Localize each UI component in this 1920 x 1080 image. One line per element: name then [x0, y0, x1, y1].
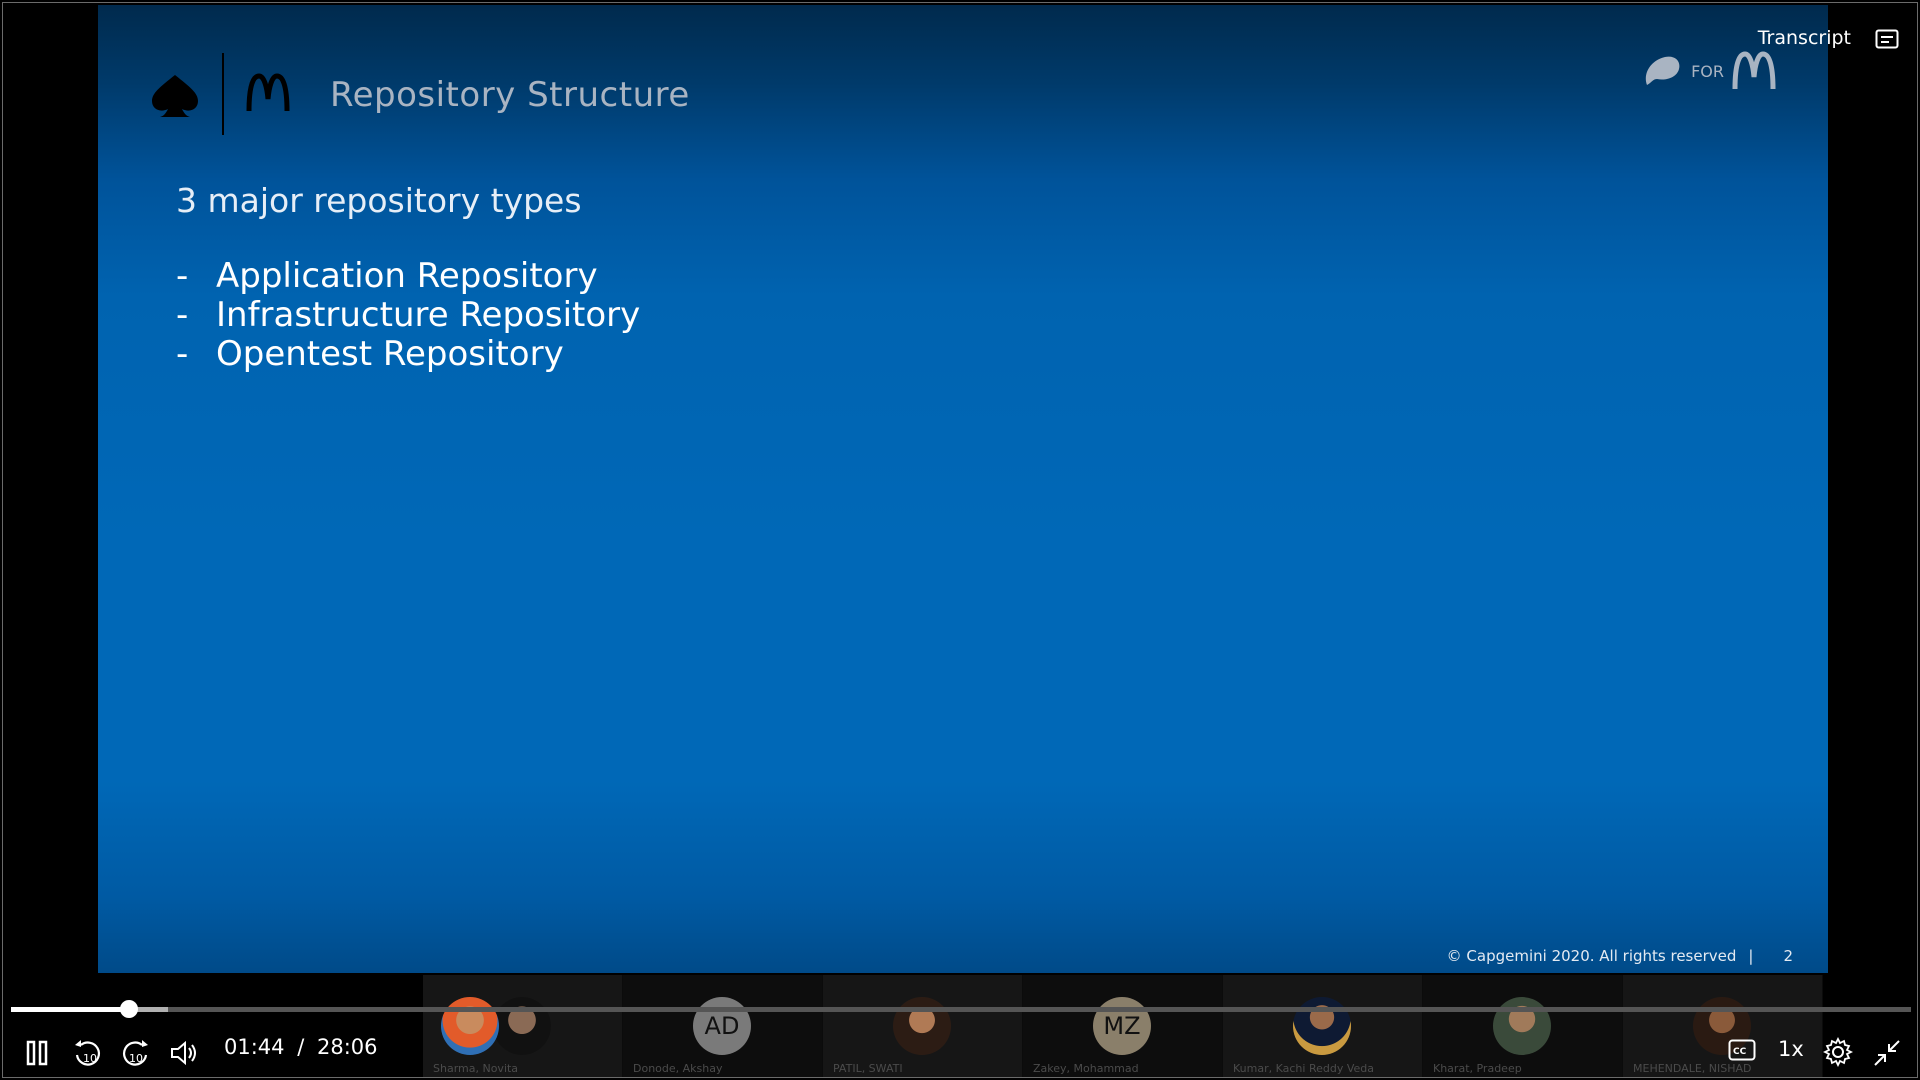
participant-tile: Kumar, Kachi Reddy Veda — [1223, 975, 1423, 1077]
bullet-dash: - — [176, 256, 189, 296]
list-item: - Opentest Repository — [176, 335, 640, 374]
pause-icon[interactable] — [25, 1039, 51, 1067]
bullet-text: Opentest Repository — [216, 334, 564, 374]
svg-text:10: 10 — [83, 1052, 97, 1065]
time-display: 01:44 / 28:06 — [224, 1035, 378, 1059]
logo-divider — [222, 53, 224, 135]
total-duration: 28:06 — [316, 1035, 378, 1059]
spade-logo-icon — [152, 75, 198, 117]
participant-tile: Kharat, Pradeep — [1423, 975, 1623, 1077]
avatar — [1493, 997, 1551, 1055]
footer-separator: | — [1748, 947, 1754, 965]
capgemini-for-mcdonalds-logo: FOR — [1641, 51, 1776, 91]
avatar — [893, 997, 951, 1055]
progress-track[interactable] — [11, 1007, 1911, 1012]
participant-strip: Sharma, Novita AD Donode, Akshay PATIL, … — [423, 975, 1917, 1077]
participant-name: Kharat, Pradeep — [1433, 1062, 1522, 1075]
slide-footer: © Capgemini 2020. All rights reserved | … — [1447, 947, 1793, 965]
svg-text:CC: CC — [1733, 1047, 1747, 1057]
participant-tile: MEHENDALE, NISHAD — [1623, 975, 1823, 1077]
participant-name: Sharma, Novita — [433, 1062, 519, 1075]
bullet-text: Infrastructure Repository — [216, 295, 641, 335]
rewind-10-icon[interactable]: 10 — [73, 1039, 103, 1069]
participant-name: PATIL, SWATI — [833, 1062, 903, 1075]
participant-tile: AD Donode, Akshay — [623, 975, 823, 1077]
presenter-avatar — [441, 997, 499, 1055]
participant-tile: MZ Zakey, Mohammad — [1023, 975, 1223, 1077]
participant-name: Kumar, Kachi Reddy Veda — [1233, 1062, 1374, 1075]
progress-handle[interactable] — [120, 1000, 138, 1018]
capgemini-spade-icon — [1645, 56, 1680, 85]
participant-name: Donode, Akshay — [633, 1062, 723, 1075]
avatar — [1293, 997, 1351, 1055]
slide-page-number: 2 — [1783, 947, 1793, 965]
presentation-slide: Repository Structure FOR 3 major reposit… — [98, 5, 1828, 975]
avatar: AD — [693, 997, 751, 1055]
mcdonalds-logo-icon — [1732, 51, 1776, 90]
progress-fill — [11, 1007, 129, 1012]
forward-10-icon[interactable]: 10 — [120, 1039, 150, 1069]
transcript-button[interactable]: Transcript — [1758, 27, 1851, 49]
exit-fullscreen-icon[interactable] — [1873, 1039, 1901, 1067]
player-controls: Sharma, Novita AD Donode, Akshay PATIL, … — [3, 973, 1917, 1077]
participant-tile: PATIL, SWATI — [823, 975, 1023, 1077]
svg-text:10: 10 — [129, 1052, 143, 1065]
footer-copyright: © Capgemini 2020. All rights reserved — [1446, 947, 1737, 965]
time-separator: / — [297, 1035, 305, 1059]
list-item: - Application Repository — [176, 257, 640, 296]
volume-icon[interactable] — [169, 1039, 199, 1067]
avatar: MZ — [1093, 997, 1151, 1055]
video-player-window: Repository Structure FOR 3 major reposit… — [2, 2, 1918, 1078]
slide-title: Repository Structure — [330, 75, 690, 115]
slide-subtitle: 3 major repository types — [176, 181, 582, 220]
bullet-dash: - — [176, 295, 189, 335]
bullet-text: Application Repository — [216, 256, 598, 296]
list-item: - Infrastructure Repository — [176, 296, 640, 335]
current-time: 01:44 — [224, 1035, 285, 1059]
settings-icon[interactable] — [1823, 1037, 1853, 1067]
bullet-list: - Application Repository - Infrastructure … — [176, 257, 640, 374]
avatar — [493, 997, 551, 1055]
bullet-dash: - — [176, 334, 189, 374]
captions-icon[interactable]: CC — [1728, 1039, 1756, 1061]
participant-name: Zakey, Mohammad — [1033, 1062, 1139, 1075]
playback-speed-button[interactable]: 1x — [1778, 1037, 1804, 1061]
logo-for-text: FOR — [1691, 61, 1724, 81]
transcript-icon[interactable] — [1875, 29, 1899, 49]
participant-name: MEHENDALE, NISHAD — [1633, 1062, 1752, 1075]
mcdonalds-logo-icon — [246, 73, 290, 112]
